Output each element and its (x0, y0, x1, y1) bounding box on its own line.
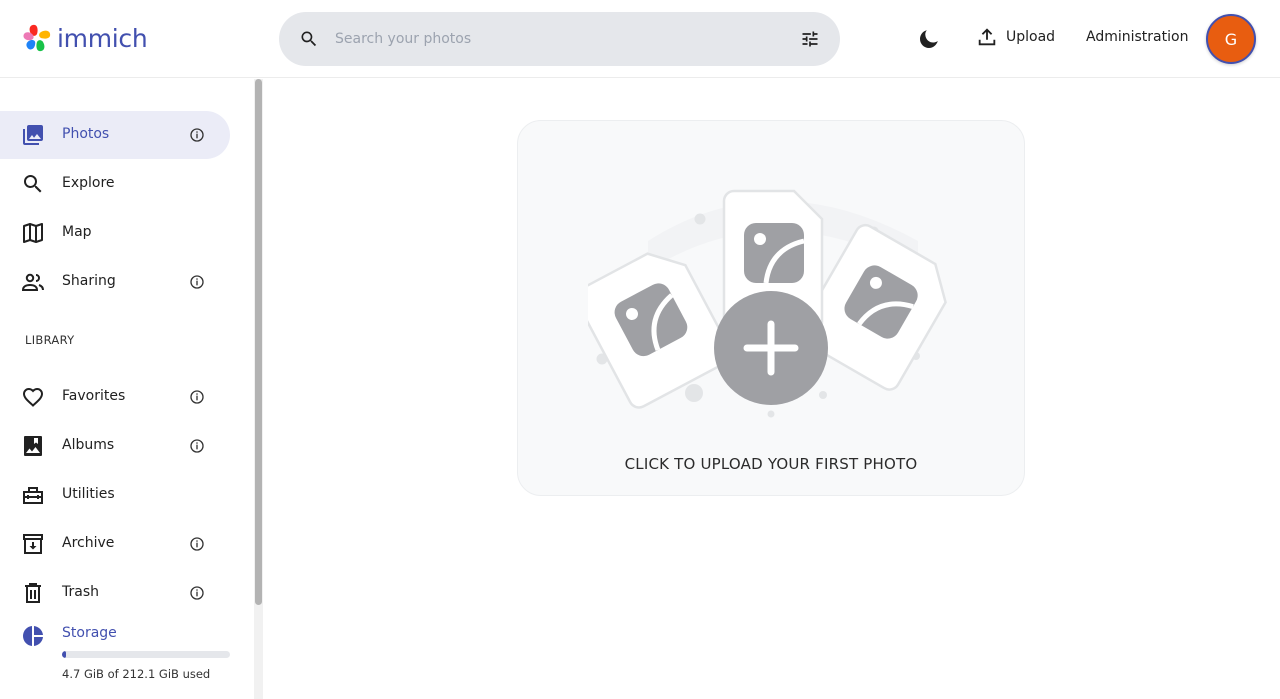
sidebar-item-map[interactable]: Map (0, 209, 230, 257)
info-icon[interactable] (189, 536, 205, 552)
sidebar-item-photos[interactable]: Photos (0, 111, 230, 159)
upload-cta-text: CLICK TO UPLOAD YOUR FIRST PHOTO (624, 455, 918, 473)
info-icon[interactable] (189, 127, 205, 143)
library-section-label: LIBRARY (25, 333, 75, 347)
heart-icon (22, 387, 44, 407)
decor-dot (685, 384, 703, 402)
sidebar-item-label: Map (62, 224, 92, 240)
sidebar-item-favorites[interactable]: Favorites (0, 373, 230, 421)
user-avatar[interactable]: G (1206, 14, 1256, 64)
sidebar-item-label: Trash (62, 584, 99, 600)
decor-dot (767, 410, 775, 418)
storage-usage-text: 4.7 GiB of 212.1 GiB used (62, 667, 211, 681)
trash-icon (25, 583, 41, 603)
storage-label: Storage (62, 625, 117, 641)
album-icon (24, 436, 42, 456)
sidebar: Photos Explore Map Sharing LIBRARY Favor… (0, 79, 262, 699)
search-icon[interactable] (299, 29, 319, 49)
top-bar: immich Upload Administration G (0, 0, 1280, 78)
photo-card-left (588, 252, 733, 409)
sidebar-item-label: Albums (62, 437, 115, 453)
sidebar-item-label: Utilities (62, 486, 115, 502)
sidebar-item-label: Sharing (62, 273, 116, 289)
storage-progress-bar (62, 651, 230, 658)
sidebar-item-label: Archive (62, 535, 115, 551)
app-name: immich (57, 23, 148, 53)
upload-photos-illustration (588, 189, 947, 418)
sharing-icon (21, 273, 44, 291)
add-photo-plus-icon (714, 291, 828, 405)
upload-first-photo-card[interactable]: CLICK TO UPLOAD YOUR FIRST PHOTO (517, 120, 1025, 496)
sidebar-scrollbar-thumb[interactable] (255, 79, 262, 605)
storage-pie-icon (23, 626, 43, 646)
search-input[interactable] (335, 12, 775, 66)
search-icon (24, 175, 42, 193)
info-icon[interactable] (189, 585, 205, 601)
sidebar-item-albums[interactable]: Albums (0, 422, 230, 470)
sidebar-item-archive[interactable]: Archive (0, 520, 230, 568)
info-icon[interactable] (189, 274, 205, 290)
avatar-initial: G (1224, 29, 1238, 49)
toolbox-icon (23, 487, 43, 504)
photos-icon (23, 125, 43, 145)
decor-dot (694, 213, 706, 225)
sidebar-item-label: Photos (62, 126, 110, 142)
sidebar-item-sharing[interactable]: Sharing (0, 258, 230, 306)
storage-progress-fill (62, 651, 67, 658)
upload-icon (978, 28, 996, 46)
sidebar-item-label: Favorites (62, 388, 126, 404)
archive-icon (23, 534, 43, 554)
moon-icon[interactable] (917, 27, 941, 51)
upload-button[interactable]: Upload (976, 26, 1055, 48)
decor-dot (819, 391, 827, 399)
upload-label: Upload (1006, 29, 1056, 45)
map-icon (23, 223, 43, 243)
sidebar-item-utilities[interactable]: Utilities (0, 471, 230, 519)
sidebar-item-trash[interactable]: Trash (0, 569, 230, 617)
search-bar[interactable] (279, 12, 840, 66)
immich-logo-icon (23, 24, 51, 52)
info-icon[interactable] (189, 389, 205, 405)
info-icon[interactable] (189, 438, 205, 454)
tune-icon[interactable] (800, 29, 820, 49)
app-logo[interactable]: immich (21, 22, 148, 54)
sidebar-item-explore[interactable]: Explore (0, 160, 230, 208)
administration-link[interactable]: Administration (1086, 29, 1188, 45)
storage-usage: Storage 4.7 GiB of 212.1 GiB used (0, 619, 240, 699)
sidebar-item-label: Explore (62, 175, 115, 191)
